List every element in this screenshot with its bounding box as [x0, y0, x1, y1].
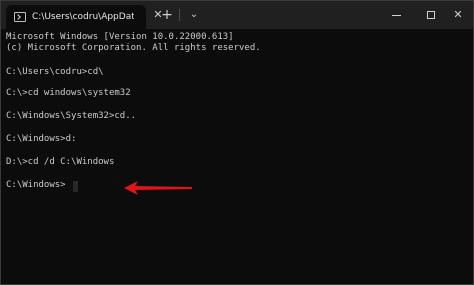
terminal-icon: [14, 12, 26, 22]
console-line: C:\Windows>: [6, 180, 66, 190]
console-line: C:\Windows\System32>cd..: [6, 111, 137, 121]
terminal-window: C:\Users\codru\AppData\Roa ✕ + ⌄ ✕ Micro…: [0, 0, 474, 285]
console-line: C:\>cd windows\system32: [6, 88, 131, 98]
console-line: (c) Microsoft Corporation. All rights re…: [6, 43, 261, 53]
red-arrow-icon: [124, 181, 192, 195]
minimize-button[interactable]: [381, 1, 411, 29]
chevron-down-icon[interactable]: ⌄: [187, 7, 201, 23]
console-line: C:\Windows>d:: [6, 134, 77, 144]
tab-title: C:\Users\codru\AppData\Roa: [32, 12, 134, 22]
text-cursor: [73, 181, 78, 192]
close-icon: ✕: [453, 8, 463, 21]
console-line: D:\>cd /d C:\Windows: [6, 157, 115, 167]
title-bar: C:\Users\codru\AppData\Roa ✕ + ⌄ ✕: [1, 1, 473, 29]
maximize-icon: [427, 11, 435, 19]
maximize-button[interactable]: [416, 1, 446, 29]
minimize-icon: [391, 14, 401, 16]
close-button[interactable]: ✕: [443, 1, 473, 29]
new-tab-button[interactable]: +: [159, 7, 175, 23]
tab-terminal[interactable]: C:\Users\codru\AppData\Roa: [6, 5, 146, 29]
console-output[interactable]: Microsoft Windows [Version 10.0.22000.61…: [6, 29, 468, 281]
tab-separator: [179, 9, 180, 21]
console-line: C:\Users\codru>cd\: [6, 67, 104, 77]
